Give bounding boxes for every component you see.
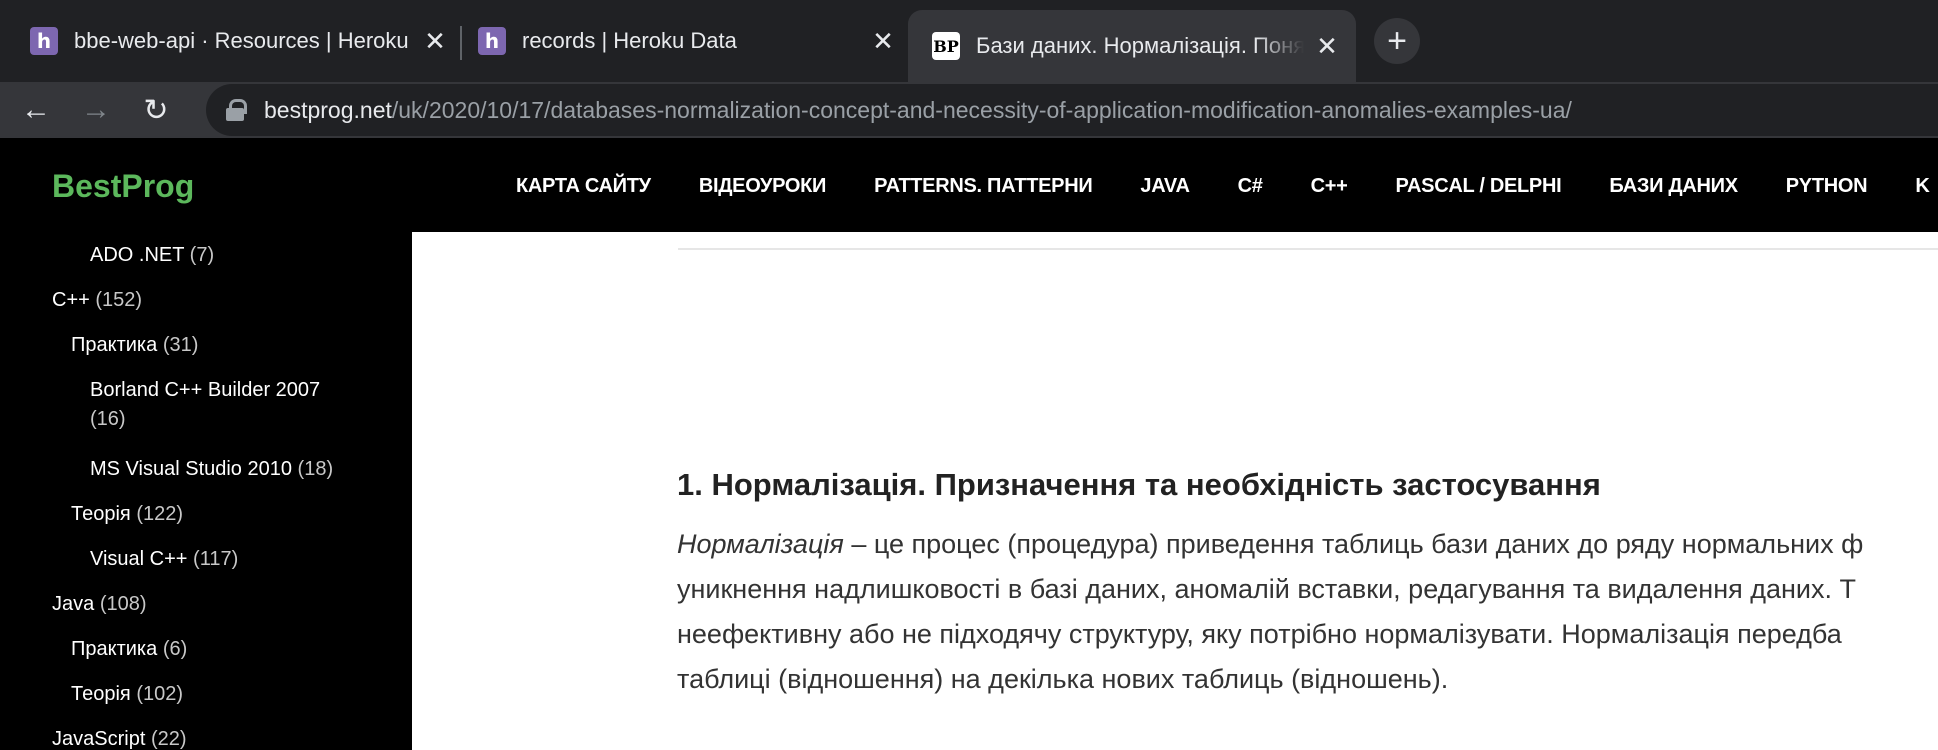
sidebar-item-cpp-theory[interactable]: Теорія (122)	[71, 503, 183, 526]
sidebar-item-count: (7)	[189, 244, 215, 266]
sidebar-item-javascript[interactable]: JavaScript (22)	[52, 728, 187, 750]
sidebar-item-count: (102)	[136, 683, 184, 705]
reload-icon[interactable]: ↻	[136, 90, 176, 130]
sidebar-item-count: (108)	[99, 593, 147, 615]
section-heading: 1. Нормалізація. Призначення та необхідн…	[677, 467, 1601, 502]
sidebar-item-count: (22)	[150, 728, 187, 750]
paragraph-line: уникнення надлишковості в базі даних, ан…	[677, 574, 1856, 604]
site-header: BestProg КАРТА САЙТУ ВІДЕОУРОКИ PATTERNS…	[0, 138, 1938, 232]
section-body: Нормалізація – це процес (процедура) при…	[677, 522, 1938, 702]
address-bar[interactable]: bestprog.net/uk/2020/10/17/databases-nor…	[206, 84, 1938, 136]
nav-cpp[interactable]: C++	[1311, 175, 1348, 198]
sidebar-item-count: (117)	[193, 548, 239, 570]
tab-heroku-resources[interactable]: h bbe-web-api · Resources | Heroku ✕	[30, 12, 450, 70]
browser-toolbar: ← → ↻ bestprog.net/uk/2020/10/17/databas…	[0, 82, 1938, 138]
sidebar-item-ado-net[interactable]: ADO .NET (7)	[90, 244, 214, 267]
sidebar-item-ms-visual-studio[interactable]: MS Visual Studio 2010 (18)	[90, 458, 333, 481]
sidebar-item-count: (31)	[162, 334, 199, 356]
back-icon[interactable]: ←	[16, 90, 56, 130]
main-nav: КАРТА САЙТУ ВІДЕОУРОКИ PATTERNS. ПАТТЕРН…	[516, 175, 1938, 198]
sidebar-item-visual-cpp[interactable]: Visual C++ (117)	[90, 548, 238, 571]
sidebar-item-borland-builder[interactable]: Borland C++ Builder 2007 (16)	[90, 379, 320, 436]
sidebar-item-java-practice[interactable]: Практика (6)	[71, 638, 187, 661]
browser-tab-strip: h bbe-web-api · Resources | Heroku ✕ h r…	[0, 0, 1938, 82]
tab-title: Бази даних. Нормалізація. Поня	[976, 33, 1304, 58]
sidebar-item-label: Java	[52, 593, 95, 615]
nav-python[interactable]: PYTHON	[1786, 175, 1868, 198]
tab-title: bbe-web-api · Resources | Heroku	[74, 28, 409, 53]
nav-databases[interactable]: БАЗИ ДАНИХ	[1609, 175, 1738, 198]
sidebar-item-label: MS Visual Studio 2010	[90, 458, 292, 480]
nav-pascal-delphi[interactable]: PASCAL / DELPHI	[1395, 175, 1561, 198]
sidebar-item-label: Практика	[71, 638, 158, 660]
sidebar-item-label: C++	[52, 289, 90, 311]
sidebar-item-count: (6)	[162, 638, 188, 660]
sidebar-item-count: (16)	[90, 408, 126, 430]
tab-title: records | Heroku Data	[522, 28, 737, 53]
sidebar-item-cpp[interactable]: C++ (152)	[52, 289, 142, 312]
url-path: /uk/2020/10/17/databases-normalization-c…	[391, 96, 1572, 123]
sidebar-item-label: Borland C++ Builder 2007	[90, 379, 321, 401]
new-tab-button[interactable]: +	[1374, 18, 1420, 64]
sidebar-item-label: Практика	[71, 334, 158, 356]
sidebar-item-count: (122)	[136, 503, 184, 525]
nav-java[interactable]: JAVA	[1140, 175, 1189, 198]
forward-icon[interactable]: →	[76, 90, 116, 130]
nav-patterns[interactable]: PATTERNS. ПАТТЕРНИ	[874, 175, 1093, 198]
nav-sitemap[interactable]: КАРТА САЙТУ	[516, 175, 651, 198]
url-host: bestprog.net	[264, 96, 392, 123]
article-content: 1. Нормалізація. Призначення та необхідн…	[412, 232, 1938, 750]
sidebar-item-label: Теорія	[71, 683, 131, 705]
sidebar-item-count: (18)	[297, 458, 334, 480]
divider	[678, 248, 1938, 250]
nav-video-lessons[interactable]: ВІДЕОУРОКИ	[699, 175, 827, 198]
sidebar-item-label: ADO .NET	[90, 244, 185, 266]
defined-term: Нормалізація	[677, 529, 844, 559]
nav-csharp[interactable]: C#	[1238, 175, 1263, 198]
paragraph-line: таблиці (відношення) на декілька нових т…	[677, 664, 1449, 694]
paragraph-line: Нормалізація – це процес (процедура) при…	[677, 529, 1864, 559]
close-icon[interactable]: ✕	[1312, 31, 1342, 61]
tab-separator	[460, 26, 462, 60]
tab-bestprog-active[interactable]: BP Бази даних. Нормалізація. Поня ✕	[908, 10, 1356, 82]
category-sidebar: ADO .NET (7) C++ (152) Практика (31) Bor…	[0, 232, 412, 750]
sidebar-item-label: Visual C++	[90, 548, 188, 570]
tab-heroku-data[interactable]: h records | Heroku Data ✕	[478, 12, 898, 70]
heroku-icon: h	[478, 27, 506, 55]
nav-more[interactable]: K	[1915, 175, 1929, 198]
site-logo[interactable]: BestProg	[52, 168, 194, 205]
bestprog-icon: BP	[932, 32, 960, 60]
sidebar-item-label: JavaScript	[52, 728, 146, 750]
heroku-icon: h	[30, 27, 58, 55]
sidebar-item-count: (152)	[95, 289, 143, 311]
close-icon[interactable]: ✕	[420, 26, 450, 56]
sidebar-item-label: Теорія	[71, 503, 131, 525]
sidebar-item-java[interactable]: Java (108)	[52, 593, 147, 616]
close-icon[interactable]: ✕	[868, 26, 898, 56]
sidebar-item-java-theory[interactable]: Теорія (102)	[71, 683, 183, 706]
sidebar-item-cpp-practice[interactable]: Практика (31)	[71, 334, 198, 357]
lock-icon[interactable]	[226, 99, 247, 121]
paragraph-line: неефективну або не підходячу структуру, …	[677, 619, 1842, 649]
